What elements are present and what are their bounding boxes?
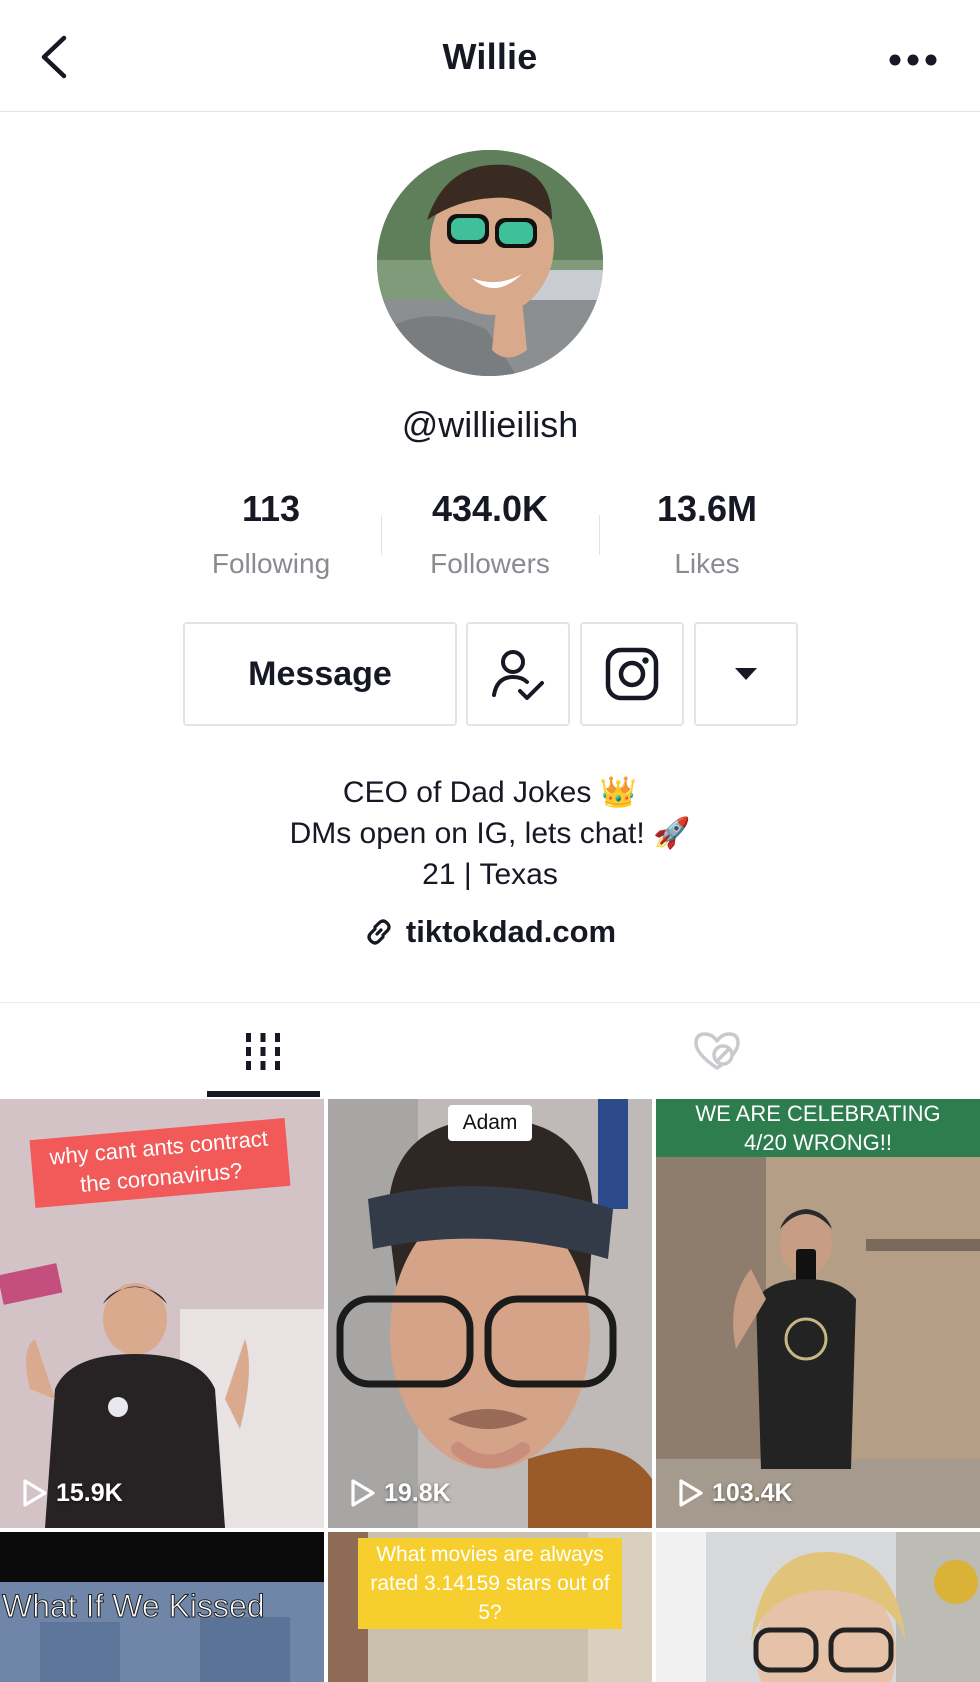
- liked-hidden-icon: [694, 1032, 740, 1070]
- video-caption: WE ARE CELEBRATING 4/20 WRONG!!: [656, 1099, 980, 1157]
- video-caption: What If We Kissed: [2, 1588, 266, 1625]
- message-button[interactable]: Message: [183, 622, 457, 726]
- profile-bio: CEO of Dad Jokes 👑 DMs open on IG, lets …: [0, 772, 980, 895]
- video-thumbnail[interactable]: [656, 1532, 980, 1682]
- profile-tabs: [0, 1002, 980, 1098]
- video-thumbnail[interactable]: WE ARE CELEBRATING 4/20 WRONG!! 103.4K: [656, 1099, 980, 1528]
- active-tab-indicator: [207, 1091, 320, 1097]
- avatar-photo: [377, 150, 603, 376]
- profile-link-text[interactable]: tiktokdad.com: [406, 914, 616, 950]
- profile-link[interactable]: tiktokdad.com: [0, 914, 980, 950]
- suggested-accounts-dropdown[interactable]: [694, 622, 798, 726]
- videos-grid-icon: [246, 1033, 280, 1070]
- followers-label: Followers: [430, 548, 550, 579]
- video-thumbnail[interactable]: What movies are always rated 3.14159 sta…: [328, 1532, 652, 1682]
- link-icon: [367, 919, 391, 945]
- video-thumbnail[interactable]: What If We Kissed: [0, 1532, 324, 1682]
- user-check-icon: [492, 650, 544, 700]
- instagram-button[interactable]: [580, 622, 684, 726]
- video-caption: What movies are always rated 3.14159 sta…: [358, 1538, 622, 1629]
- video-frame: [656, 1532, 980, 1682]
- view-count-text: 15.9K: [56, 1478, 123, 1507]
- instagram-icon: [605, 647, 659, 701]
- view-count: 103.4K: [678, 1478, 793, 1508]
- page-title: Willie: [442, 36, 538, 77]
- profile-handle: @willieilish: [401, 404, 579, 445]
- more-dots-icon: [889, 54, 937, 66]
- likes-count: 13.6M: [656, 488, 758, 529]
- likes-label: Likes: [674, 548, 740, 579]
- tab-videos[interactable]: [18, 1003, 508, 1099]
- stat-divider: [599, 515, 600, 555]
- more-options-button[interactable]: [884, 40, 942, 80]
- video-thumbnail[interactable]: Adam 19.8K: [328, 1099, 652, 1528]
- view-count: 15.9K: [22, 1478, 123, 1508]
- video-thumbnail[interactable]: why cant ants contract the coronavirus? …: [0, 1099, 324, 1528]
- video-caption: Adam: [448, 1105, 532, 1141]
- followers-count: 434.0K: [431, 488, 549, 529]
- stat-divider: [381, 515, 382, 555]
- play-icon: [351, 1479, 375, 1507]
- following-stat[interactable]: 113 Following: [171, 488, 371, 580]
- followers-stat[interactable]: 434.0K Followers: [390, 488, 590, 580]
- bio-line: DMs open on IG, lets chat! 🚀: [289, 817, 691, 850]
- following-label: Following: [211, 548, 331, 579]
- bio-line: CEO of Dad Jokes 👑: [342, 776, 638, 809]
- caret-down-icon: [735, 668, 757, 680]
- top-bar: Willie: [0, 0, 980, 112]
- following-status-button[interactable]: [466, 622, 570, 726]
- video-frame: [656, 1099, 980, 1528]
- view-count-text: 19.8K: [384, 1478, 451, 1507]
- tab-liked[interactable]: [472, 1003, 962, 1099]
- view-count-text: 103.4K: [712, 1478, 793, 1507]
- play-icon: [23, 1479, 47, 1507]
- play-icon: [679, 1479, 703, 1507]
- video-frame: [328, 1099, 652, 1528]
- bio-line: 21 | Texas: [422, 858, 558, 891]
- avatar[interactable]: [377, 150, 603, 376]
- following-count: 113: [241, 488, 301, 529]
- view-count: 19.8K: [350, 1478, 451, 1508]
- likes-stat: 13.6M Likes: [607, 488, 807, 580]
